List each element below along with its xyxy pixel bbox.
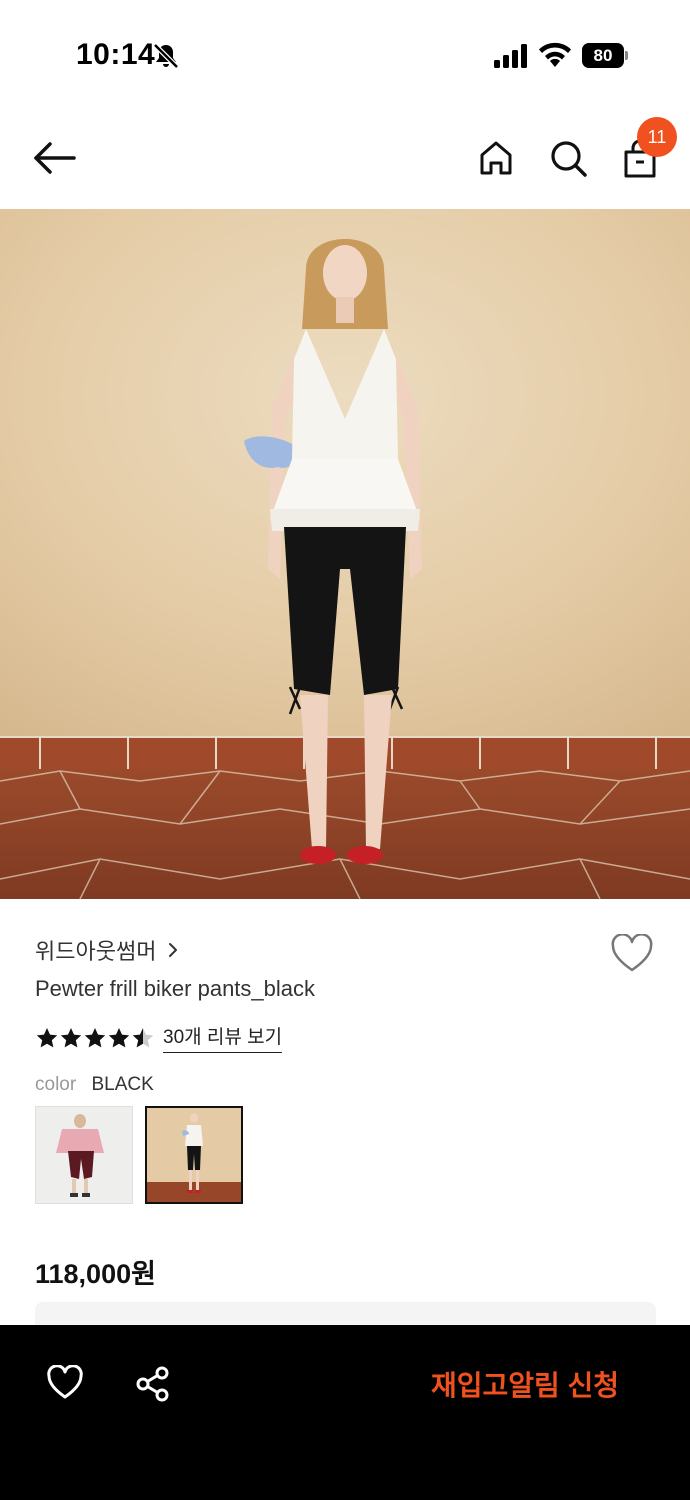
battery-level: 80 (582, 43, 624, 68)
star-full-icon (36, 1027, 58, 1047)
color-row: color BLACK (35, 1074, 154, 1096)
cellular-signal-icon (494, 44, 527, 68)
wifi-icon (539, 42, 571, 67)
status-bar: 10:14 80 (0, 0, 690, 110)
share-icon[interactable] (134, 1365, 172, 1403)
battery-icon: 80 (582, 43, 628, 68)
product-main-image[interactable] (0, 209, 690, 899)
search-icon[interactable] (548, 138, 588, 178)
arrow-left-icon[interactable] (30, 138, 78, 178)
star-rating (35, 1026, 155, 1050)
star-half-icon (132, 1027, 154, 1047)
home-icon[interactable] (476, 138, 516, 178)
color-swatch-burgundy[interactable] (35, 1106, 133, 1204)
heart-icon[interactable] (610, 934, 654, 974)
color-label: color (35, 1074, 77, 1095)
brand-link[interactable]: 위드아웃썸머 (35, 934, 180, 966)
product-price: 118,000원 (35, 1259, 156, 1289)
battery-cap (625, 51, 628, 60)
rating-row: 30개 리뷰 보기 (35, 1022, 283, 1053)
bell-slash-icon (153, 43, 179, 69)
product-title: Pewter frill biker pants_black (35, 976, 316, 1001)
bottom-action-bar: 재입고알림 신청 (0, 1325, 690, 1500)
restock-alert-button[interactable]: 재입고알림 신청 (410, 1361, 640, 1407)
color-value: BLACK (91, 1074, 154, 1095)
brand-name[interactable]: 위드아웃썸머 (35, 934, 156, 966)
nav-bar (0, 110, 690, 208)
cart-count-badge: 11 (637, 117, 677, 157)
review-link[interactable]: 30개 리뷰 보기 (163, 1022, 283, 1053)
heart-icon[interactable] (46, 1365, 84, 1401)
chevron-right-icon (169, 943, 178, 957)
status-time: 10:14 (76, 38, 156, 71)
color-swatch-black[interactable] (145, 1106, 243, 1204)
star-full-icon (108, 1027, 130, 1047)
star-full-icon (84, 1027, 106, 1047)
star-full-icon (60, 1027, 82, 1047)
